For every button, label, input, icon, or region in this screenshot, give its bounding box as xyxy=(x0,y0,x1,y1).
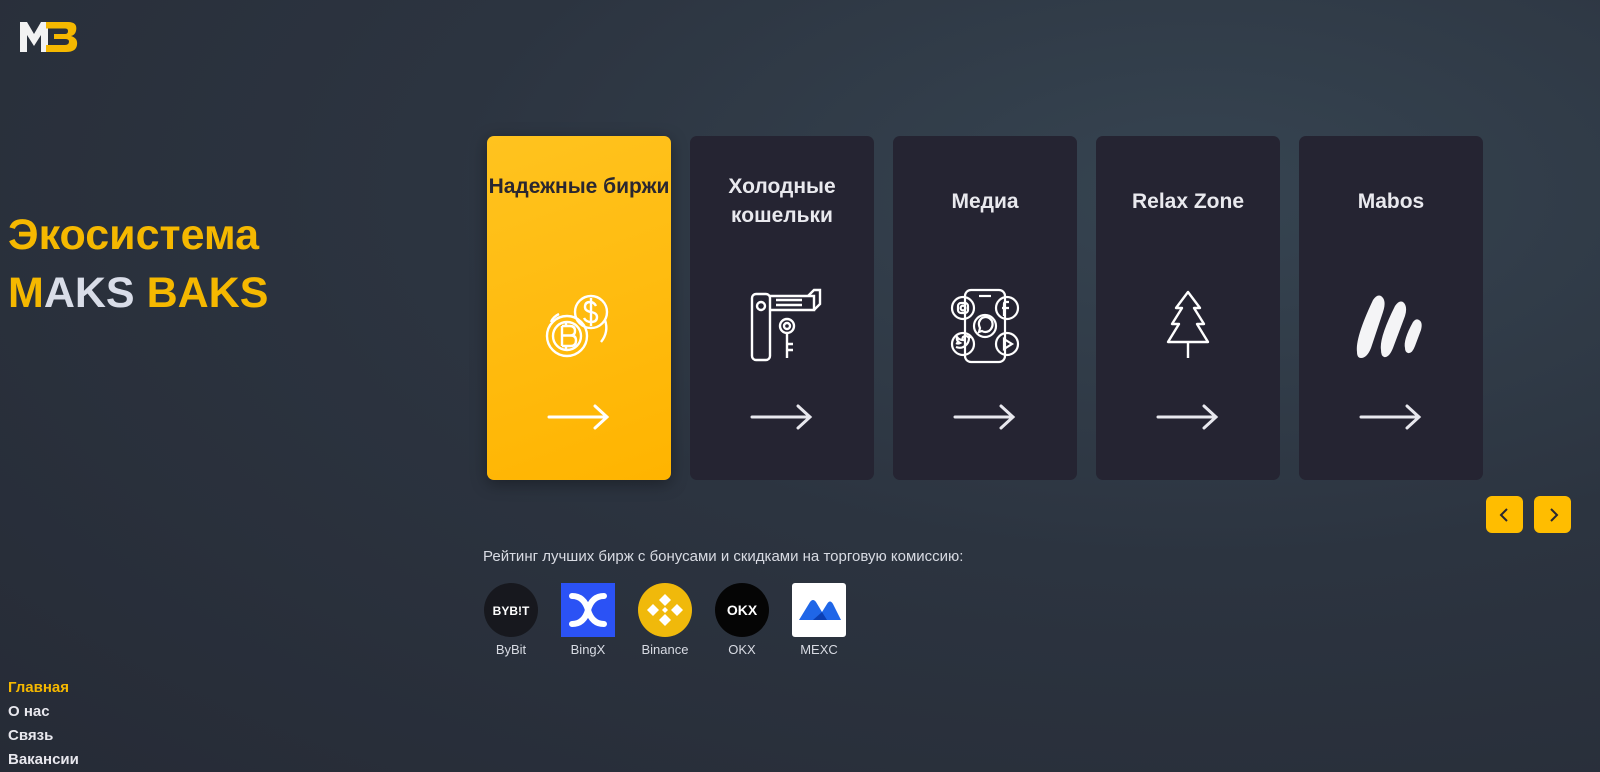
chevron-left-icon xyxy=(1499,507,1508,522)
exchange-mexc[interactable]: MEXC xyxy=(790,582,848,657)
menu-item-vacancies[interactable]: Вакансии xyxy=(8,748,79,772)
arrow-right-icon xyxy=(547,404,610,430)
exchange-name: MEXC xyxy=(800,642,838,657)
exchange-binance[interactable]: Binance xyxy=(636,582,694,657)
exchange-name: BingX xyxy=(570,642,606,657)
exchange-rating-caption: Рейтинг лучших бирж с бонусами и скидкам… xyxy=(483,548,964,565)
exchange-name: OKX xyxy=(728,642,756,657)
card-exchanges[interactable]: Надежные биржи xyxy=(487,136,671,480)
carousel-prev-button[interactable] xyxy=(1486,496,1523,533)
arrow-right-icon xyxy=(1156,404,1219,430)
exchange-name: Binance xyxy=(641,642,689,657)
cold-wallet-icon xyxy=(750,288,822,362)
arrow-right-icon xyxy=(1359,404,1422,430)
menu-item-contact[interactable]: Связь xyxy=(8,724,79,748)
mabos-logo-icon xyxy=(1356,295,1422,358)
social-media-phone-icon xyxy=(950,288,1020,364)
card-relax-zone[interactable]: Relax Zone xyxy=(1096,136,1280,480)
exchange-bybit[interactable]: BYB!T ByBit xyxy=(482,582,540,657)
card-title: Надежные биржи xyxy=(488,175,670,198)
hero-line-2: MAKS BAKS xyxy=(8,269,269,317)
card-media[interactable]: Медиа xyxy=(893,136,1077,480)
crypto-coins-icon xyxy=(545,294,609,358)
hero-title: Экосистема MAKS BAKS xyxy=(8,206,268,322)
menu-item-about[interactable]: О нас xyxy=(8,700,79,724)
svg-text:OKX: OKX xyxy=(727,602,758,618)
mexc-logo-icon xyxy=(792,583,846,637)
bybit-logo-icon: BYB!T xyxy=(484,583,538,637)
exchange-list: BYB!T ByBit BingX Binance OKX OKX MEXC xyxy=(482,582,848,657)
exchange-okx[interactable]: OKX OKX xyxy=(713,582,771,657)
mb-logo[interactable] xyxy=(18,20,80,54)
exchange-bingx[interactable]: BingX xyxy=(559,582,617,657)
bingx-logo-icon xyxy=(561,583,615,637)
card-cold-wallets[interactable]: Холодные кошельки xyxy=(690,136,874,480)
card-mabos[interactable]: Mabos xyxy=(1299,136,1483,480)
pine-tree-icon xyxy=(1166,290,1210,358)
card-title: Relax Zone xyxy=(1131,190,1245,213)
exchange-name: ByBit xyxy=(495,642,527,657)
card-title: Холодные кошельки xyxy=(728,175,836,227)
card-title: Медиа xyxy=(951,190,1019,213)
arrow-right-icon xyxy=(750,404,813,430)
footer-menu: Главная О нас Связь Вакансии xyxy=(8,676,79,772)
menu-item-home[interactable]: Главная xyxy=(8,676,79,700)
ecosystem-carousel: Надежные биржи Холодные кошельки Медиа R… xyxy=(487,136,1483,480)
card-title: Mabos xyxy=(1357,190,1425,213)
arrow-right-icon xyxy=(953,404,1016,430)
hero-line-1: Экосистема xyxy=(8,211,260,259)
svg-text:BYB!T: BYB!T xyxy=(493,604,530,618)
chevron-right-icon xyxy=(1549,507,1558,522)
carousel-next-button[interactable] xyxy=(1534,496,1571,533)
okx-logo-icon: OKX xyxy=(715,583,769,637)
binance-logo-icon xyxy=(638,583,692,637)
